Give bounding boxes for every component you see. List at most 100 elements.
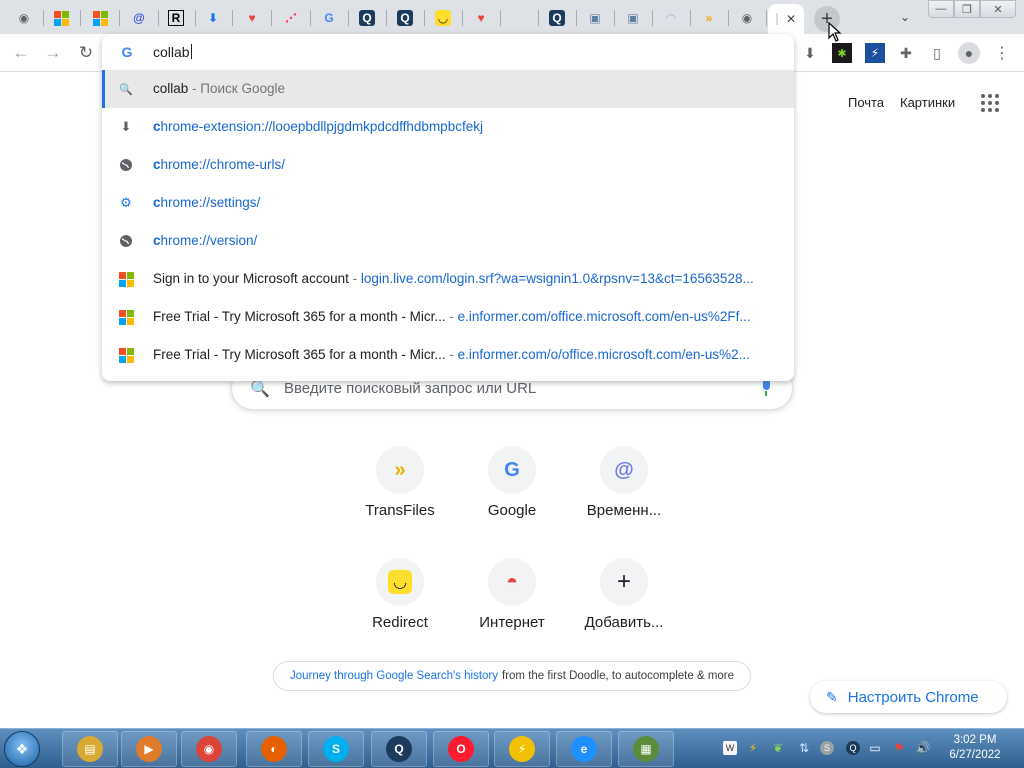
profile-avatar-icon[interactable]: ● <box>958 42 980 64</box>
tray-flag-icon[interactable]: ⚑ <box>892 741 906 755</box>
tray-network-icon[interactable]: ⇅ <box>797 741 811 755</box>
browser-tab[interactable]: G <box>311 4 347 32</box>
browser-tab[interactable]: ♥ <box>463 4 499 32</box>
taskbar-app[interactable]: S <box>308 731 364 767</box>
browser-tab[interactable]: Q <box>349 4 385 32</box>
tab-active[interactable]: ✕ <box>768 4 804 34</box>
browser-tab[interactable] <box>82 4 118 32</box>
mouse-cursor-icon <box>828 22 842 42</box>
browser-tab[interactable]: R <box>158 4 194 32</box>
reload-button[interactable]: ↻ <box>75 42 97 64</box>
tab-search-icon[interactable]: ⌄ <box>896 8 914 26</box>
taskbar-app[interactable]: ▦ <box>618 731 674 767</box>
browser-tab[interactable]: ◠ <box>653 4 689 32</box>
taskbar-app[interactable]: ▤ <box>62 731 118 767</box>
microphone-icon[interactable] <box>760 379 772 397</box>
mail-link[interactable]: Почта <box>848 95 884 110</box>
taskbar-app[interactable]: e <box>556 731 612 767</box>
suggestion-text: chrome://settings/ <box>153 195 261 210</box>
browser-tab[interactable]: ◉ <box>729 4 765 32</box>
minimize-button[interactable]: — <box>928 0 954 18</box>
omnibox-suggestion[interactable]: Sign in to your Microsoft account - logi… <box>102 260 794 298</box>
browser-tab[interactable]: » <box>691 4 727 32</box>
monday-icon: ⋰ <box>285 11 297 25</box>
taskbar-app[interactable]: Q <box>371 731 427 767</box>
tray-leaf-icon[interactable]: ❦ <box>771 741 785 755</box>
browser-tab[interactable]: ♥ <box>234 4 270 32</box>
shortcut-tile[interactable]: » TransFiles <box>344 446 456 558</box>
clock-date: 6/27/2022 <box>949 749 1001 761</box>
doodle-link[interactable]: Journey through Google Search's history <box>290 670 498 682</box>
browser-tab[interactable]: Q <box>539 4 575 32</box>
omnibox-suggestion[interactable]: 🔍 collab - Поиск Google <box>102 70 794 108</box>
add-shortcut-tile[interactable]: + Добавить... <box>568 558 680 670</box>
tab-separator <box>271 10 272 26</box>
omnibox-suggestion[interactable]: ⚙ chrome://settings/ <box>102 184 794 222</box>
minecraft-icon: ▦ <box>633 736 659 762</box>
forward-button[interactable]: → <box>42 42 64 64</box>
omnibox-text[interactable]: collab <box>153 44 192 60</box>
shortcut-tile[interactable]: G Google <box>456 446 568 558</box>
taskbar-app[interactable]: ◐ <box>246 731 302 767</box>
tray-skype-icon[interactable]: S <box>820 741 834 755</box>
suggestion-text: chrome://chrome-urls/ <box>153 157 286 172</box>
window-close-button[interactable]: ✕ <box>980 0 1016 18</box>
chrome-icon: ◉ <box>18 11 30 25</box>
tray-q-icon[interactable]: Q <box>846 741 860 755</box>
omnibox-input[interactable]: G collab <box>102 34 794 70</box>
browser-tab[interactable]: ◉ <box>6 4 42 32</box>
google-icon: G <box>504 458 520 481</box>
tile-label: Интернет <box>479 614 545 631</box>
browser-tab[interactable]: Q <box>387 4 423 32</box>
start-button[interactable]: ❖ <box>4 731 40 767</box>
omnibox-suggestion[interactable]: chrome://version/ <box>102 222 794 260</box>
tray-lightning-icon[interactable]: ⚡ <box>746 741 760 755</box>
back-button[interactable]: ← <box>10 42 32 64</box>
smile-icon: ◡ <box>435 10 451 26</box>
suggestion-text: Sign in to your Microsoft account - logi… <box>153 271 754 286</box>
side-panel-icon[interactable]: ▯ <box>927 43 947 63</box>
extensions-puzzle-icon[interactable]: ✚ <box>896 43 916 63</box>
shortcut-tile[interactable]: ◡ Redirect <box>344 558 456 670</box>
taskbar-app[interactable]: O <box>433 731 489 767</box>
images-link[interactable]: Картинки <box>900 95 955 110</box>
chrome-icon: ◉ <box>196 736 222 762</box>
shortcut-tile[interactable]: ◓ Интернет <box>456 558 568 670</box>
taskbar-app[interactable]: ◉ <box>181 731 237 767</box>
microsoft-icon <box>118 271 134 287</box>
extension-green-icon[interactable]: ✱ <box>832 43 852 63</box>
extension-blue-icon[interactable]: ⚡ <box>865 43 885 63</box>
browser-tab[interactable] <box>501 4 537 32</box>
tray-display-icon[interactable]: ▭ <box>868 741 882 755</box>
google-apps-icon[interactable] <box>981 94 999 112</box>
browser-tab[interactable]: ⬇ <box>195 4 231 32</box>
browser-tab[interactable]: @ <box>121 4 157 32</box>
box-icon: ▣ <box>589 11 601 25</box>
browser-tab[interactable]: ◡ <box>425 4 461 32</box>
tile-icon-circle: @ <box>600 446 648 494</box>
close-tab-icon[interactable]: ✕ <box>786 12 796 26</box>
menu-kebab-icon[interactable]: ⋮ <box>992 43 1012 63</box>
omnibox-suggestion[interactable]: Free Trial - Try Microsoft 365 for a mon… <box>102 336 794 374</box>
maximize-button[interactable]: ❐ <box>954 0 980 18</box>
omnibox-suggestion[interactable]: chrome://chrome-urls/ <box>102 146 794 184</box>
browser-tab[interactable]: ⋰ <box>273 4 309 32</box>
suggestion-text: collab - Поиск Google <box>153 81 285 96</box>
microsoft-icon <box>118 309 134 325</box>
browser-tab[interactable] <box>43 4 79 32</box>
tray-volume-icon[interactable]: 🔊 <box>916 741 931 755</box>
tray-word-icon[interactable]: W <box>723 741 737 755</box>
heart-app-icon: ♥ <box>248 11 256 25</box>
download-icon[interactable]: ⬇ <box>800 43 820 63</box>
omnibox-suggestion[interactable]: ⬇ chrome-extension://looepbdllpjgdmkpdcdf… <box>102 108 794 146</box>
customize-chrome-button[interactable]: ✎ Настроить Chrome <box>810 681 1007 713</box>
omnibox-suggestion[interactable]: Free Trial - Try Microsoft 365 for a mon… <box>102 298 794 336</box>
system-clock[interactable]: 3:02 PM 6/27/2022 <box>940 733 1010 763</box>
suggestion-text: Free Trial - Try Microsoft 365 for a mon… <box>153 309 751 324</box>
taskbar-app[interactable]: ▶ <box>121 731 177 767</box>
shortcut-tile[interactable]: @ Временн... <box>568 446 680 558</box>
box-icon: ▣ <box>627 11 639 25</box>
browser-tab[interactable]: ▣ <box>615 4 651 32</box>
taskbar-app[interactable]: ⚡ <box>494 731 550 767</box>
browser-tab[interactable]: ▣ <box>577 4 613 32</box>
